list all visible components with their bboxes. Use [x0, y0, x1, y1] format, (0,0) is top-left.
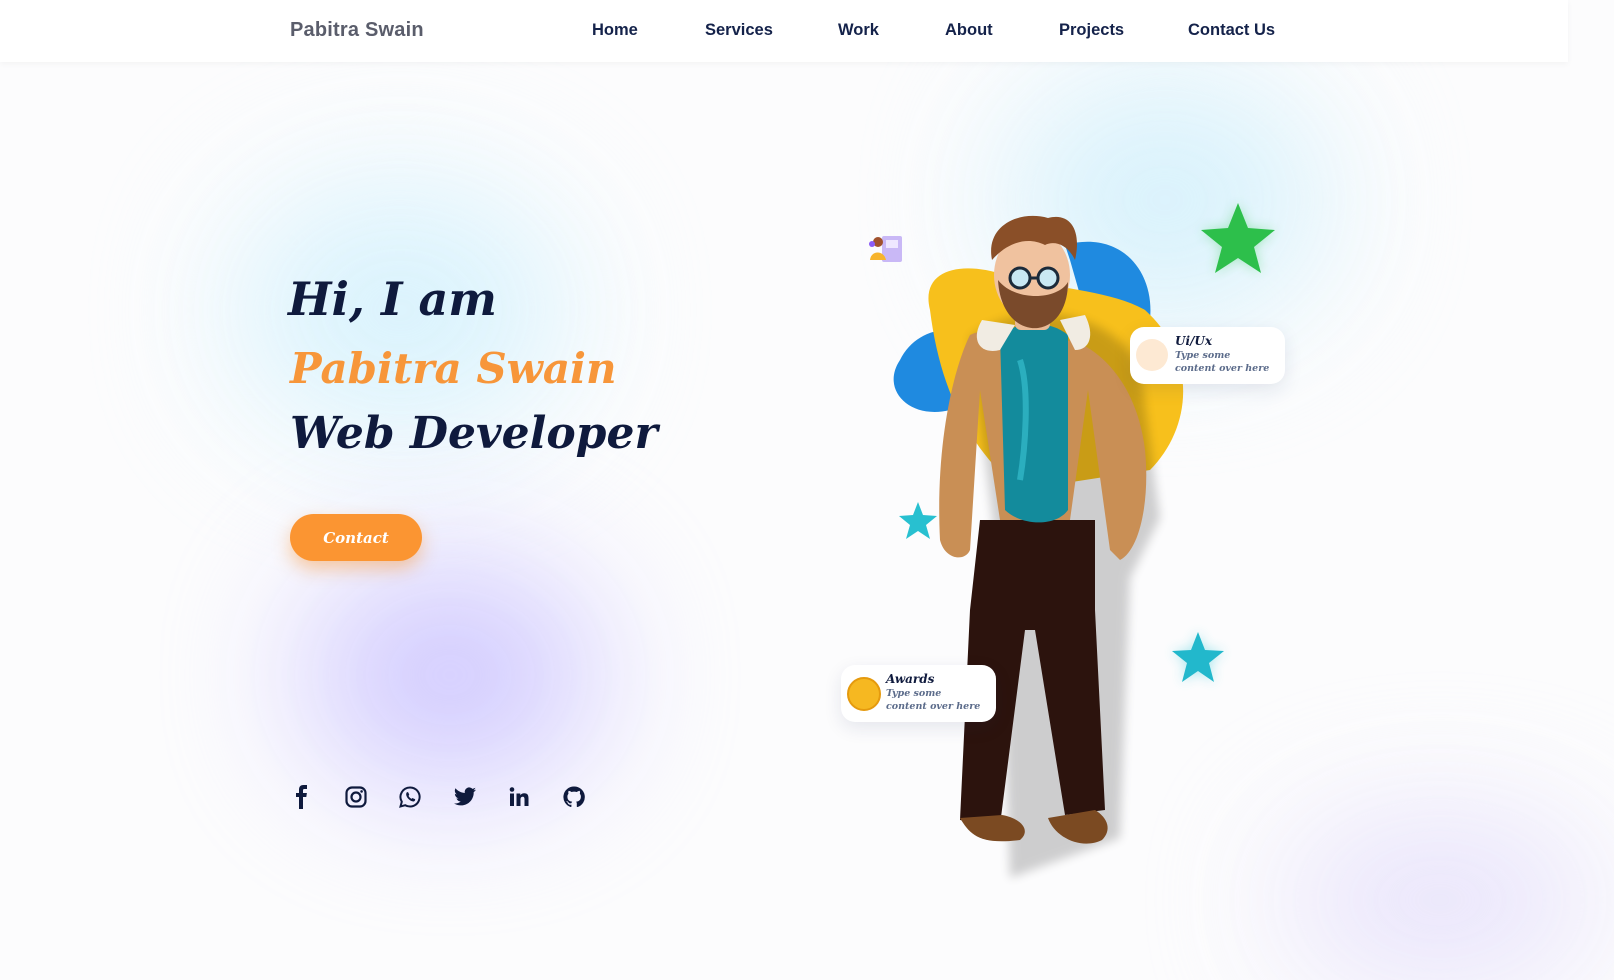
nav-home[interactable]: Home	[592, 21, 638, 40]
background-glow	[1280, 820, 1600, 980]
contact-button[interactable]: Contact	[290, 514, 422, 561]
nav-about[interactable]: About	[945, 21, 993, 40]
uiux-desc: Type some content over here	[1175, 350, 1270, 374]
nav-projects[interactable]: Projects	[1059, 21, 1124, 40]
twitter-icon[interactable]	[452, 784, 478, 810]
awards-card: Awards Type some content over here	[841, 665, 996, 722]
uiux-card: Ui/Ux Type some content over here	[1130, 327, 1285, 384]
hero-name: Pabitra Swain	[290, 344, 617, 393]
github-icon[interactable]	[561, 784, 587, 810]
hero-role: Web Developer	[290, 408, 658, 459]
contact-button-label: Contact	[323, 528, 389, 547]
facebook-icon[interactable]	[289, 784, 315, 810]
nav-contact-us[interactable]: Contact Us	[1188, 21, 1275, 40]
navbar: Pabitra Swain Home Services Work About P…	[0, 0, 1568, 62]
developer-character-illustration	[869, 203, 1275, 878]
uiux-icon	[1136, 339, 1168, 371]
linkedin-icon[interactable]	[506, 784, 532, 810]
awards-desc: Type some content over here	[886, 688, 981, 712]
site-logo[interactable]: Pabitra Swain	[290, 19, 424, 42]
nav-work[interactable]: Work	[838, 21, 879, 40]
laptop-user-icon	[869, 236, 902, 262]
instagram-icon[interactable]	[343, 784, 369, 810]
hero-greeting: Hi, I am	[288, 272, 497, 326]
nav-services[interactable]: Services	[705, 21, 773, 40]
hero-illustration: Ui/Ux Type some content over here Awards…	[820, 190, 1320, 890]
medal-icon	[847, 677, 881, 711]
awards-title: Awards	[886, 672, 935, 686]
uiux-title: Ui/Ux	[1175, 334, 1213, 348]
whatsapp-icon[interactable]	[397, 784, 423, 810]
background-glow	[300, 560, 600, 790]
